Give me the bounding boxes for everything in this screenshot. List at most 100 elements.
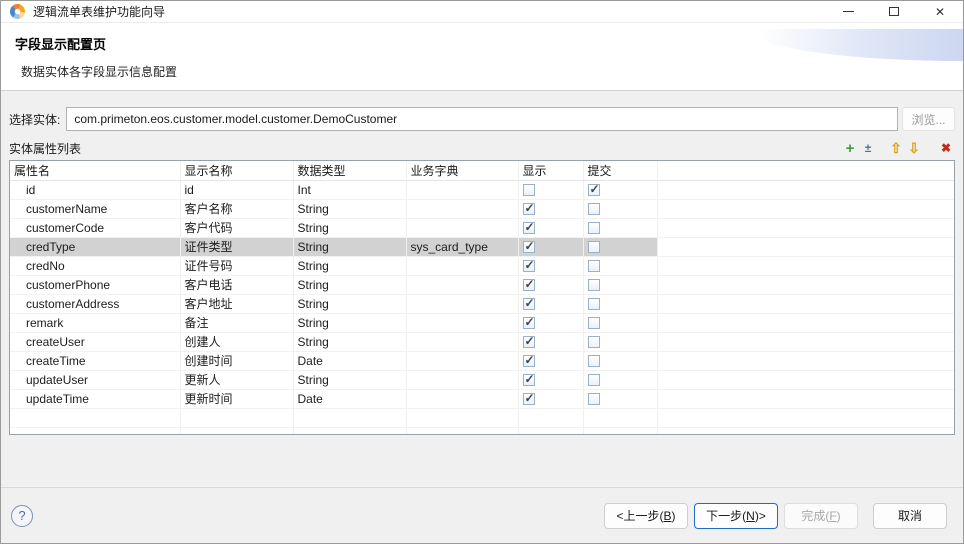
cell-submit (583, 199, 657, 218)
submit-checkbox[interactable] (588, 279, 600, 291)
submit-checkbox[interactable] (588, 355, 600, 367)
cancel-button[interactable]: 取消 (873, 503, 947, 529)
cell-data-type: String (293, 294, 406, 313)
cell-data-type: String (293, 275, 406, 294)
cell-filler (657, 199, 954, 218)
entity-select-row: 选择实体: 浏览... (9, 107, 955, 131)
show-checkbox[interactable] (523, 260, 535, 272)
add-row-icon[interactable]: + (841, 139, 859, 157)
cell-display-name: 客户地址 (180, 294, 293, 313)
submit-checkbox[interactable] (588, 222, 600, 234)
submit-checkbox[interactable] (588, 298, 600, 310)
table-row[interactable]: remark备注String (10, 313, 954, 332)
col-header-business-dict[interactable]: 业务字典 (406, 161, 518, 180)
submit-checkbox[interactable] (588, 184, 600, 196)
table-row[interactable]: customerCode客户代码String (10, 218, 954, 237)
property-table-body: ididIntcustomerName客户名称StringcustomerCod… (10, 180, 954, 435)
cell-show (518, 294, 583, 313)
cell-data-type: Date (293, 389, 406, 408)
table-row[interactable]: credNo证件号码String (10, 256, 954, 275)
submit-checkbox[interactable] (588, 374, 600, 386)
finish-button[interactable]: 完成(F) (784, 503, 858, 529)
cell-filler (657, 256, 954, 275)
table-row[interactable]: updateUser更新人String (10, 370, 954, 389)
window-title: 逻辑流单表维护功能向导 (33, 3, 165, 20)
col-header-data-type[interactable]: 数据类型 (293, 161, 406, 180)
show-checkbox[interactable] (523, 222, 535, 234)
submit-checkbox[interactable] (588, 393, 600, 405)
move-up-icon[interactable]: ⇧ (887, 139, 905, 157)
table-row[interactable]: customerAddress客户地址String (10, 294, 954, 313)
cell-property-name: remark (10, 313, 180, 332)
back-button[interactable]: <上一步(B) (604, 503, 688, 529)
page-subtitle: 数据实体各字段显示信息配置 (1, 53, 963, 80)
delete-row-icon[interactable]: ✖ (937, 139, 955, 157)
table-row[interactable]: createUser创建人String (10, 332, 954, 351)
cell-display-name: 证件号码 (180, 256, 293, 275)
cell-show (518, 199, 583, 218)
submit-checkbox[interactable] (588, 241, 600, 253)
cell-property-name: createTime (10, 351, 180, 370)
submit-checkbox[interactable] (588, 317, 600, 329)
table-row[interactable]: ididInt (10, 180, 954, 199)
col-header-property-name[interactable]: 属性名 (10, 161, 180, 180)
cell-data-type: String (293, 237, 406, 256)
cell-filler (657, 313, 954, 332)
cell-data-type: Int (293, 180, 406, 199)
cell-business-dict (406, 389, 518, 408)
entity-input[interactable] (66, 107, 898, 131)
table-row[interactable]: customerName客户名称String (10, 199, 954, 218)
cell-data-type: Date (293, 351, 406, 370)
cell-display-name: 创建时间 (180, 351, 293, 370)
close-icon: ✕ (935, 6, 945, 18)
cell-display-name: 创建人 (180, 332, 293, 351)
cell-show (518, 218, 583, 237)
col-header-display-name[interactable]: 显示名称 (180, 161, 293, 180)
submit-checkbox[interactable] (588, 260, 600, 272)
cell-data-type: String (293, 199, 406, 218)
show-checkbox[interactable] (523, 184, 535, 196)
cell-submit (583, 218, 657, 237)
cell-show (518, 237, 583, 256)
cell-filler (657, 351, 954, 370)
move-down-icon[interactable]: ⇩ (905, 139, 923, 157)
show-checkbox[interactable] (523, 374, 535, 386)
next-button[interactable]: 下一步(N)> (694, 503, 778, 529)
empty-cell (406, 427, 518, 435)
cell-display-name: 客户名称 (180, 199, 293, 218)
close-button[interactable]: ✕ (917, 1, 963, 22)
cell-submit (583, 294, 657, 313)
maximize-button[interactable] (871, 1, 917, 22)
cell-filler (657, 389, 954, 408)
col-header-show[interactable]: 显示 (518, 161, 583, 180)
cell-property-name: updateTime (10, 389, 180, 408)
help-button[interactable]: ? (11, 505, 33, 527)
table-row[interactable]: createTime创建时间Date (10, 351, 954, 370)
cell-business-dict (406, 294, 518, 313)
show-checkbox[interactable] (523, 279, 535, 291)
show-checkbox[interactable] (523, 241, 535, 253)
show-checkbox[interactable] (523, 393, 535, 405)
table-row[interactable]: customerPhone客户电话String (10, 275, 954, 294)
cell-display-name: 客户电话 (180, 275, 293, 294)
show-checkbox[interactable] (523, 203, 535, 215)
empty-cell (10, 408, 180, 427)
col-header-submit[interactable]: 提交 (583, 161, 657, 180)
submit-checkbox[interactable] (588, 203, 600, 215)
table-row[interactable]: credType证件类型Stringsys_card_type (10, 237, 954, 256)
cell-filler (657, 294, 954, 313)
browse-button[interactable]: 浏览... (902, 107, 955, 131)
show-checkbox[interactable] (523, 355, 535, 367)
cell-property-name: credNo (10, 256, 180, 275)
minimize-button[interactable] (825, 1, 871, 22)
footer-bar: ? <上一步(B) 下一步(N)> 完成(F) 取消 (1, 487, 963, 543)
show-checkbox[interactable] (523, 298, 535, 310)
show-checkbox[interactable] (523, 336, 535, 348)
empty-cell (657, 408, 954, 427)
wizard-banner: 字段显示配置页 数据实体各字段显示信息配置 (1, 23, 963, 91)
insert-row-icon[interactable]: ± (859, 139, 877, 157)
cell-property-name: createUser (10, 332, 180, 351)
show-checkbox[interactable] (523, 317, 535, 329)
submit-checkbox[interactable] (588, 336, 600, 348)
table-row[interactable]: updateTime更新时间Date (10, 389, 954, 408)
